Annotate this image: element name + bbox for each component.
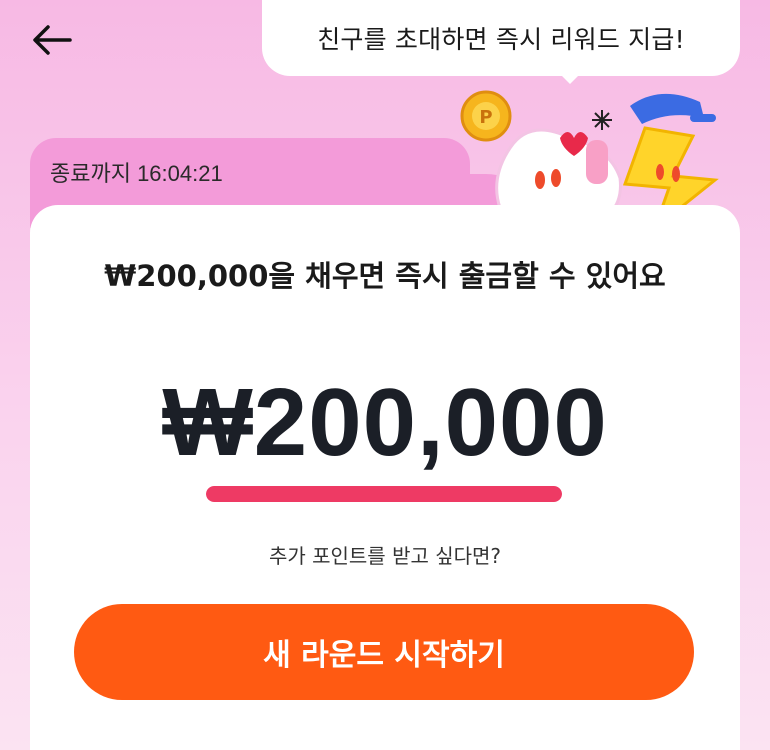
countdown-timer: 종료까지 16:04:21	[50, 161, 223, 186]
reward-progress-bar	[206, 486, 562, 502]
start-new-round-label: 새 라운드 시작하기	[263, 638, 505, 673]
back-button[interactable]	[28, 20, 76, 60]
card-title: ₩200,000을 채우면 즉시 출금할 수 있어요	[104, 259, 666, 293]
extra-points-prompt: 추가 포인트를 받고 싶다면?	[268, 544, 502, 568]
reward-progress-fill	[206, 486, 562, 502]
start-new-round-button[interactable]: 새 라운드 시작하기	[74, 604, 694, 700]
coin-icon: P	[460, 90, 512, 142]
invite-reward-bubble[interactable]: 친구를 초대하면 즉시 리워드 지급!	[262, 0, 740, 76]
bubble-tail	[560, 74, 580, 84]
sparkle-icon	[592, 110, 612, 130]
arrow-left-icon	[33, 25, 72, 55]
svg-text:P: P	[479, 107, 492, 128]
reward-amount: ₩200,000	[162, 369, 608, 476]
invite-reward-text: 친구를 초대하면 즉시 리워드 지급!	[317, 25, 685, 54]
